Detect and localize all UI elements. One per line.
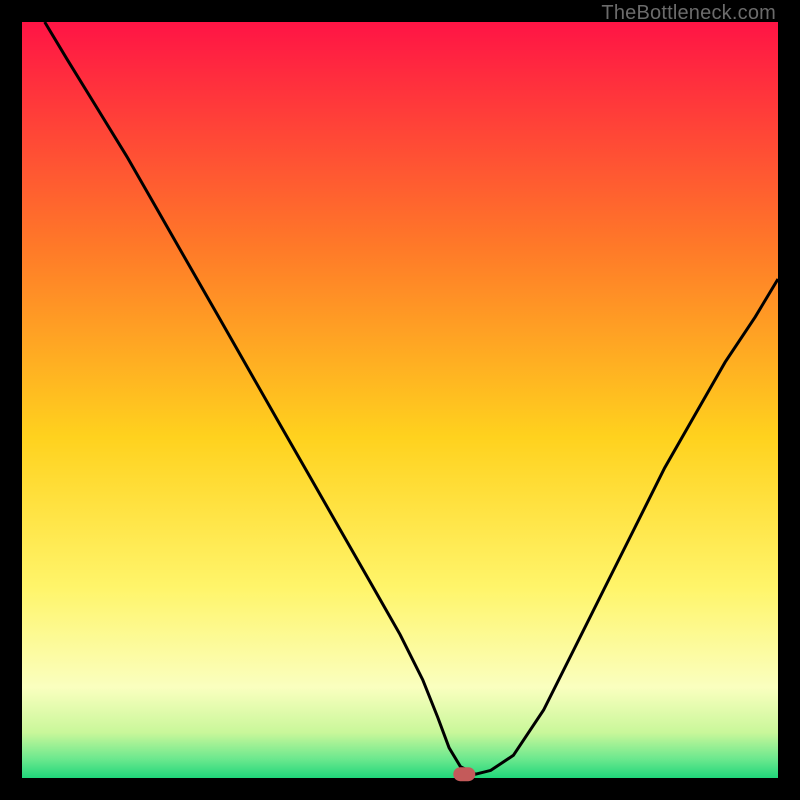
plot-background: [22, 22, 778, 778]
chart-frame: TheBottleneck.com: [0, 0, 800, 800]
optimum-marker: [453, 767, 475, 781]
chart-svg: [0, 0, 800, 800]
watermark-text: TheBottleneck.com: [601, 2, 776, 25]
